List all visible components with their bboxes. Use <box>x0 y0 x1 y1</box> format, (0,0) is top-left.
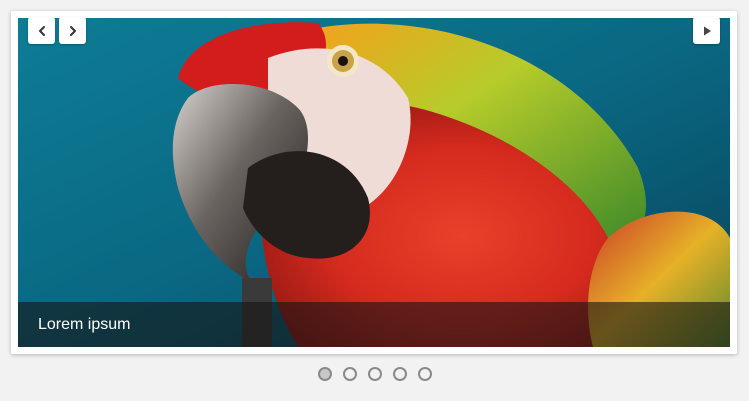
play-icon <box>703 26 711 35</box>
slide-caption: Lorem ipsum <box>38 316 131 333</box>
chevron-right-icon <box>69 25 76 36</box>
slide-pager <box>318 367 432 381</box>
next-slide-button[interactable] <box>59 17 86 44</box>
pager-dot-3[interactable] <box>368 367 382 381</box>
pager-dot-5[interactable] <box>418 367 432 381</box>
slider-frame: Lorem ipsum <box>11 11 737 354</box>
pager-dot-1[interactable] <box>318 367 332 381</box>
slide-viewport[interactable]: Lorem ipsum <box>18 18 730 347</box>
pager-dot-4[interactable] <box>393 367 407 381</box>
caption-bar: Lorem ipsum <box>18 302 730 347</box>
chevron-left-icon <box>38 25 45 36</box>
prev-slide-button[interactable] <box>28 17 55 44</box>
slide-image-parrot <box>18 18 730 347</box>
pager-dot-2[interactable] <box>343 367 357 381</box>
play-button[interactable] <box>693 17 720 44</box>
